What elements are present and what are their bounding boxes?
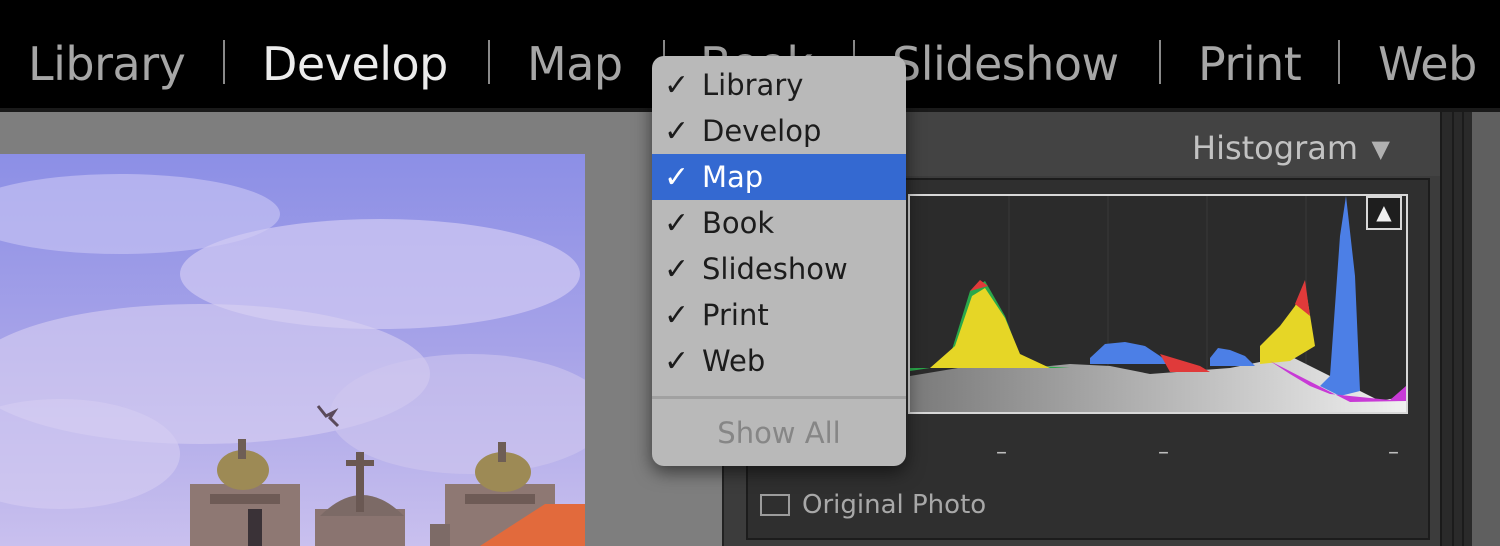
checkmark-icon: ✓	[664, 298, 690, 333]
module-separator	[1159, 40, 1161, 84]
original-photo-label: Original Photo	[802, 490, 987, 520]
checkmark-icon: ✓	[664, 252, 690, 287]
checkmark-icon: ✓	[664, 206, 690, 241]
checkmark-icon: ✓	[664, 160, 690, 195]
triangle-down-icon[interactable]: ▼	[1372, 134, 1390, 164]
menu-item-print[interactable]: ✓ Print	[652, 292, 906, 338]
panel-edge	[1462, 112, 1464, 546]
menu-item-develop[interactable]: ✓ Develop	[652, 108, 906, 154]
histogram-chart	[910, 196, 1406, 412]
module-library[interactable]: Library	[28, 36, 186, 92]
module-context-menu: ✓ Library ✓ Develop ✓ Map ✓ Book ✓ Slideshow …	[652, 56, 906, 466]
menu-item-label: Map	[702, 160, 764, 194]
menu-item-slideshow[interactable]: ✓ Slideshow	[652, 246, 906, 292]
menu-divider	[652, 396, 906, 399]
photo-image	[0, 154, 585, 546]
menu-item-book[interactable]: ✓ Book	[652, 200, 906, 246]
original-photo-checkbox[interactable]	[760, 494, 790, 516]
histogram-tick: –	[1388, 440, 1399, 465]
menu-item-library[interactable]: ✓ Library	[652, 62, 906, 108]
menu-item-show-all[interactable]: Show All	[652, 410, 906, 456]
menu-item-map[interactable]: ✓ Map	[652, 154, 906, 200]
menu-item-label: Book	[702, 206, 775, 240]
highlight-clipping-button[interactable]: ▲	[1366, 196, 1402, 230]
histogram-tick: –	[1158, 440, 1169, 465]
menu-item-label: Web	[702, 344, 766, 378]
panel-scrollbar[interactable]	[1440, 112, 1472, 546]
menu-item-label: Library	[702, 68, 804, 102]
module-separator	[488, 40, 490, 84]
module-develop[interactable]: Develop	[262, 36, 448, 92]
panel-edge	[1452, 112, 1454, 546]
menu-item-label: Develop	[702, 114, 822, 148]
menu-item-label: Slideshow	[702, 252, 848, 286]
module-separator	[223, 40, 225, 84]
menu-item-label: Print	[702, 298, 769, 332]
triangle-up-icon: ▲	[1376, 200, 1392, 224]
module-separator	[1338, 40, 1340, 84]
module-map[interactable]: Map	[527, 36, 623, 92]
checkmark-icon: ✓	[664, 68, 690, 103]
histogram-graph[interactable]	[908, 194, 1408, 414]
module-web[interactable]: Web	[1378, 36, 1477, 92]
checkmark-icon: ✓	[664, 344, 690, 379]
histogram-title: Histogram	[1192, 129, 1358, 167]
module-slideshow[interactable]: Slideshow	[892, 36, 1119, 92]
menu-item-web[interactable]: ✓ Web	[652, 338, 906, 384]
histogram-tick: –	[996, 440, 1007, 465]
module-print[interactable]: Print	[1198, 36, 1302, 92]
checkmark-icon: ✓	[664, 114, 690, 149]
photo-preview[interactable]	[0, 154, 585, 546]
image-view	[0, 112, 722, 546]
